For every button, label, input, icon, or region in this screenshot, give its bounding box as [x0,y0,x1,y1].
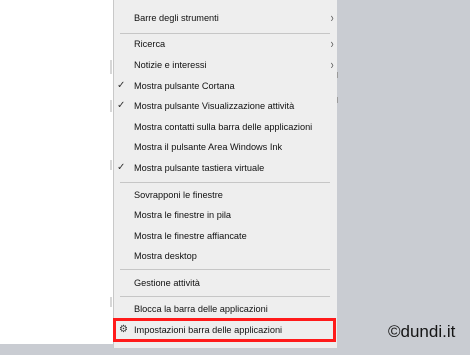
menu-item-label: Barre degli strumenti [134,13,219,23]
menu-item-show-windows-ink-button[interactable]: Mostra il pulsante Area Windows Ink [114,137,338,157]
menu-item-show-task-view-button[interactable]: ✓ Mostra pulsante Visualizzazione attivi… [114,96,338,116]
chevron-right-icon: › [330,10,334,25]
menu-item-lock-taskbar[interactable]: Blocca la barra delle applicazioni [114,299,338,319]
checkmark-icon: ✓ [117,162,126,173]
checkmark-icon: ✓ [117,80,126,91]
background-window [0,0,113,344]
menu-item-label: Impostazioni barra delle applicazioni [134,325,283,335]
menu-item-show-contacts[interactable]: Mostra contatti sulla barra delle applic… [114,117,338,137]
menu-separator [120,182,330,183]
desktop-background [337,0,470,355]
menu-separator [120,296,330,297]
menu-item-label: Blocca la barra delle applicazioni [134,304,268,314]
menu-item-stack-windows[interactable]: Mostra le finestre in pila [114,205,338,225]
menu-item-label: Mostra pulsante Cortana [134,81,235,91]
menu-item-label: Notizie e interessi [134,60,207,70]
chevron-right-icon: › [330,57,334,72]
menu-item-label: Sovrapponi le finestre [134,190,223,200]
menu-item-label: Mostra pulsante tastiera virtuale [134,163,265,173]
menu-item-label: Ricerca [134,39,166,49]
watermark: ©dundi.it [388,322,456,341]
background-mark [110,297,112,307]
menu-item-label: Mostra le finestre in pila [134,210,232,220]
menu-item-search[interactable]: Ricerca › [114,34,338,54]
menu-item-toolbars[interactable]: Barre degli strumenti › [114,8,338,28]
chevron-right-icon: › [330,36,334,51]
menu-item-task-manager[interactable]: Gestione attività [114,273,338,293]
menu-item-show-cortana-button[interactable]: ✓ Mostra pulsante Cortana [114,76,338,96]
menu-item-cascade-windows[interactable]: Sovrapponi le finestre [114,185,338,205]
menu-item-label: Mostra pulsante Visualizzazione attività [134,101,295,111]
menu-item-side-by-side-windows[interactable]: Mostra le finestre affiancate [114,226,338,246]
gear-icon: ⚙ [119,324,128,335]
checkmark-icon: ✓ [117,100,126,111]
menu-item-label: Gestione attività [134,278,200,288]
menu-item-taskbar-settings[interactable]: ⚙ Impostazioni barra delle applicazioni [114,320,338,340]
menu-item-show-touch-keyboard-button[interactable]: ✓ Mostra pulsante tastiera virtuale [114,158,338,178]
taskbar-context-menu: Barre degli strumenti › Ricerca › Notizi… [113,0,337,348]
menu-item-show-desktop[interactable]: Mostra desktop [114,246,338,266]
menu-item-label: Mostra contatti sulla barra delle applic… [134,122,313,132]
menu-separator [120,269,330,270]
background-mark [110,100,112,112]
menu-item-label: Mostra desktop [134,251,197,261]
menu-item-label: Mostra le finestre affiancate [134,231,247,241]
menu-item-news-and-interests[interactable]: Notizie e interessi › [114,55,338,75]
menu-item-label: Mostra il pulsante Area Windows Ink [134,142,283,152]
background-mark [110,160,112,170]
background-mark [110,60,112,74]
